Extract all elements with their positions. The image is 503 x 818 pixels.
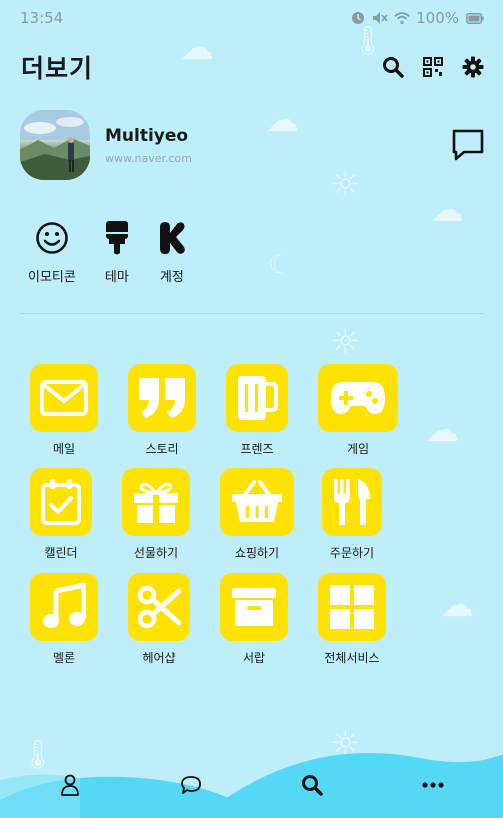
service-mail[interactable]: 메일 (30, 364, 98, 457)
quick-item-account[interactable]: 계정 (158, 220, 186, 285)
background-moon-doodle: ☾ (268, 250, 292, 280)
status-time: 13:54 (20, 9, 64, 27)
service-label: 쇼핑하기 (234, 546, 280, 560)
alarm-icon (350, 10, 366, 26)
service-label: 선물하기 (133, 546, 179, 560)
background-sun-doodle: ☼ (330, 322, 361, 362)
service-label: 헤어샵 (142, 651, 176, 665)
search-icon[interactable] (381, 55, 405, 79)
mute-icon (372, 10, 388, 26)
profile-subtitle: www.naver.com (105, 152, 192, 165)
calendar-check-icon (30, 468, 92, 536)
profile-name: Multiyeo (105, 126, 189, 146)
profile-section[interactable]: Multiyeo www.naver.com (20, 110, 485, 180)
chat-bubble-icon[interactable] (171, 765, 211, 805)
service-label: 메일 (52, 442, 76, 456)
service-label: 스토리 (145, 442, 179, 456)
scissors-icon (128, 573, 190, 641)
qr-code-icon[interactable] (421, 55, 445, 79)
quick-menu: 이모티콘 테마 계정 (28, 220, 214, 285)
chat-bubble-icon[interactable] (451, 128, 485, 162)
service-shopping[interactable]: 쇼핑하기 (220, 468, 294, 561)
battery-percent: 100% (416, 9, 459, 27)
service-hairshop[interactable]: 헤어샵 (128, 573, 190, 666)
service-gift[interactable]: 선물하기 (122, 468, 190, 561)
search-icon[interactable] (292, 765, 332, 805)
service-label: 서랍 (242, 651, 266, 665)
service-label: 게임 (346, 442, 370, 456)
smiley-icon (35, 220, 69, 256)
gamepad-icon (318, 364, 398, 432)
service-label: 멜론 (52, 651, 76, 665)
service-story[interactable]: 스토리 (128, 364, 196, 457)
quick-item-label: 테마 (104, 270, 129, 285)
quick-item-theme[interactable]: 테마 (104, 220, 130, 285)
service-drawer[interactable]: 서랍 (220, 573, 288, 666)
service-label: 캘린더 (44, 546, 78, 560)
drawer-box-icon (220, 573, 288, 641)
kakao-k-icon (158, 220, 186, 256)
gift-icon (122, 468, 190, 536)
service-melon[interactable]: 멜론 (30, 573, 98, 666)
fork-knife-icon (322, 468, 382, 536)
settings-gear-icon[interactable] (461, 55, 485, 79)
service-label: 전체서비스 (324, 651, 380, 665)
grid-icon (318, 573, 386, 641)
person-icon[interactable] (50, 765, 90, 805)
quote-icon (128, 364, 196, 432)
header: 더보기 (0, 44, 503, 90)
basket-icon (220, 468, 294, 536)
background-cloud-doodle: ☁ (425, 410, 459, 450)
bottom-navigation (0, 760, 503, 810)
quick-item-label: 계정 (159, 270, 184, 285)
mail-icon (30, 364, 98, 432)
quick-item-label: 이모티콘 (28, 270, 76, 285)
divider (20, 313, 483, 314)
service-all-services[interactable]: 전체서비스 (318, 573, 386, 666)
wifi-icon (394, 10, 410, 26)
service-label: 프렌즈 (240, 442, 274, 456)
background-cloud-doodle: ☁ (430, 190, 464, 230)
service-calendar[interactable]: 캘린더 (30, 468, 92, 561)
battery-icon (465, 10, 485, 26)
paint-brush-icon (104, 220, 130, 256)
service-order[interactable]: 주문하기 (322, 468, 382, 561)
service-label: 주문하기 (329, 546, 375, 560)
mug-icon (226, 364, 288, 432)
avatar[interactable] (20, 110, 90, 180)
status-bar: 13:54 100% (0, 0, 503, 36)
quick-item-emoticon[interactable]: 이모티콘 (28, 220, 76, 285)
music-note-icon (30, 573, 98, 641)
background-cloud-doodle: ☁ (440, 585, 474, 625)
service-game[interactable]: 게임 (318, 364, 398, 457)
more-dots-icon[interactable] (413, 765, 453, 805)
page-title: 더보기 (21, 54, 94, 83)
service-friends[interactable]: 프렌즈 (226, 364, 288, 457)
